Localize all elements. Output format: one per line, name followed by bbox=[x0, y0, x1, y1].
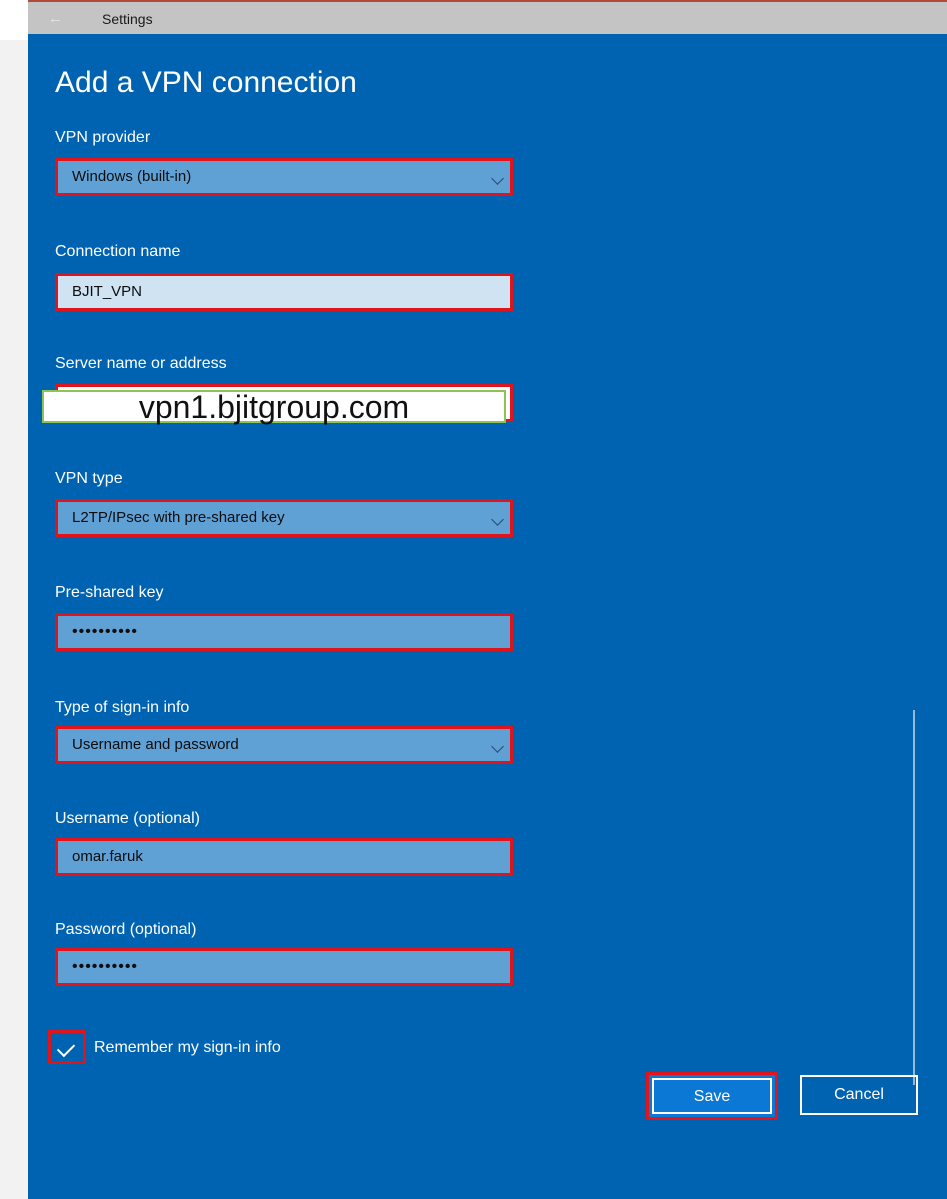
sign-in-type-dropdown[interactable]: Username and password bbox=[55, 726, 513, 764]
save-button[interactable]: Save bbox=[646, 1072, 778, 1120]
cancel-button[interactable]: Cancel bbox=[800, 1075, 918, 1115]
page-title: Add a VPN connection bbox=[55, 66, 357, 99]
chevron-down-icon bbox=[491, 513, 504, 526]
password-input[interactable]: •••••••••• bbox=[55, 948, 513, 986]
connection-name-value: BJIT_VPN bbox=[72, 283, 143, 300]
window-title: Settings bbox=[102, 11, 153, 27]
server-label: Server name or address bbox=[55, 355, 227, 372]
background-strip bbox=[0, 0, 28, 1199]
scrollbar[interactable] bbox=[913, 710, 915, 1085]
vpn-provider-value: Windows (built-in) bbox=[72, 168, 192, 185]
password-label: Password (optional) bbox=[55, 921, 197, 938]
vpn-type-dropdown[interactable]: L2TP/IPsec with pre-shared key bbox=[55, 499, 513, 537]
remember-checkbox[interactable] bbox=[48, 1030, 86, 1064]
sign-in-type-label: Type of sign-in info bbox=[55, 699, 190, 716]
vpn-provider-label: VPN provider bbox=[55, 129, 151, 146]
save-button-label: Save bbox=[652, 1078, 772, 1114]
remember-label: Remember my sign-in info bbox=[94, 1039, 281, 1056]
chevron-down-icon bbox=[491, 172, 504, 185]
connection-name-input[interactable]: BJIT_VPN bbox=[55, 273, 513, 311]
vpn-type-label: VPN type bbox=[55, 470, 123, 487]
username-input[interactable]: omar.faruk bbox=[55, 838, 513, 876]
vpn-dialog: ← Settings Add a VPN connection VPN prov… bbox=[28, 0, 947, 1199]
background-corner bbox=[0, 0, 28, 40]
chevron-down-icon bbox=[491, 740, 504, 753]
password-value: •••••••••• bbox=[72, 958, 139, 975]
vpn-type-value: L2TP/IPsec with pre-shared key bbox=[72, 509, 285, 526]
connection-name-label: Connection name bbox=[55, 243, 181, 260]
back-arrow-icon[interactable]: ← bbox=[48, 10, 66, 28]
server-value: vpn1.bjitgroup.com bbox=[138, 389, 410, 425]
title-bar: ← Settings bbox=[28, 0, 947, 34]
pre-shared-key-value: •••••••••• bbox=[72, 623, 139, 640]
pre-shared-key-label: Pre-shared key bbox=[55, 584, 164, 601]
server-value-box: vpn1.bjitgroup.com bbox=[42, 389, 506, 425]
username-label: Username (optional) bbox=[55, 810, 200, 827]
vpn-provider-dropdown[interactable]: Windows (built-in) bbox=[55, 158, 513, 196]
sign-in-type-value: Username and password bbox=[72, 736, 239, 753]
check-icon bbox=[56, 1038, 76, 1058]
pre-shared-key-input[interactable]: •••••••••• bbox=[55, 613, 513, 651]
username-value: omar.faruk bbox=[72, 848, 143, 865]
